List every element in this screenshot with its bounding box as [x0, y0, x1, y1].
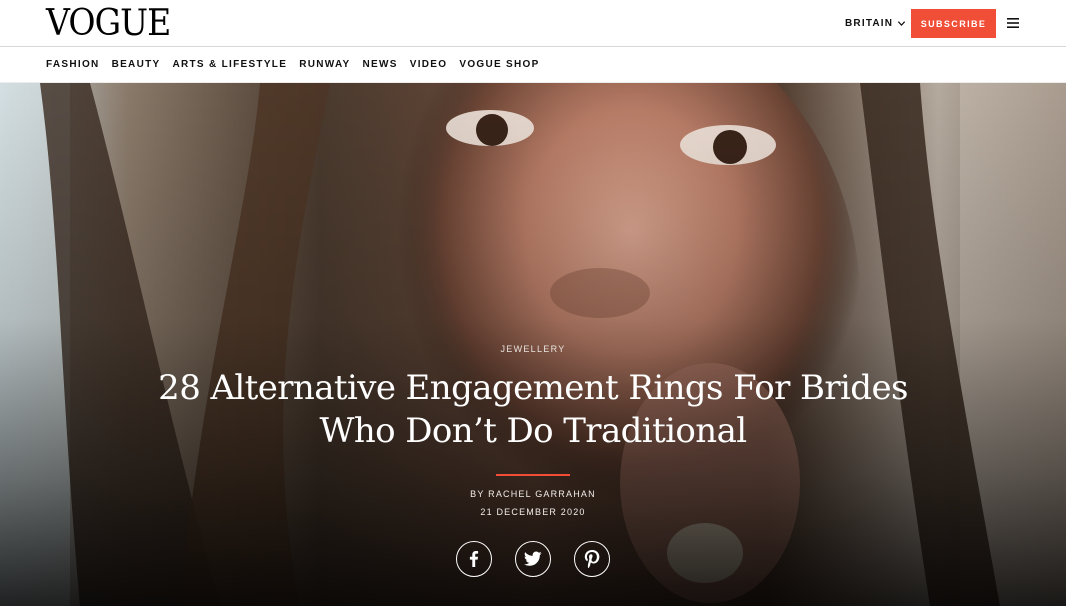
nav-item-arts-lifestyle[interactable]: ARTS & LIFESTYLE: [172, 59, 287, 71]
headline-divider: [496, 474, 570, 476]
menu-button[interactable]: [1005, 16, 1021, 30]
nav-item-beauty[interactable]: BEAUTY: [112, 59, 161, 71]
subscribe-button[interactable]: SUBSCRIBE: [911, 9, 996, 38]
share-facebook-button[interactable]: [456, 541, 492, 577]
author-link[interactable]: RACHEL GARRAHAN: [488, 489, 596, 499]
article-date: 21 DECEMBER 2020: [480, 507, 586, 517]
region-label: BRITAIN: [845, 17, 894, 29]
nav-item-fashion[interactable]: FASHION: [46, 59, 100, 71]
share-twitter-button[interactable]: [515, 541, 551, 577]
byline-prefix: BY: [470, 489, 485, 499]
top-header: VOGUE BRITAIN SUBSCRIBE: [0, 0, 1066, 47]
article-byline: BY RACHEL GARRAHAN: [0, 489, 1066, 499]
nav-item-video[interactable]: VIDEO: [410, 59, 448, 71]
nav-item-vogue-shop[interactable]: VOGUE SHOP: [459, 59, 539, 71]
nav-item-news[interactable]: NEWS: [363, 59, 398, 71]
nav-item-runway[interactable]: RUNWAY: [299, 59, 350, 71]
vogue-logo[interactable]: VOGUE: [46, 4, 171, 44]
share-pinterest-button[interactable]: [574, 541, 610, 577]
pinterest-icon: [584, 550, 600, 568]
region-selector[interactable]: BRITAIN: [845, 16, 906, 30]
article-rubric[interactable]: JEWELLERY: [0, 344, 1066, 354]
nav-list: FASHION BEAUTY ARTS & LIFESTYLE RUNWAY N…: [46, 59, 552, 71]
main-nav: FASHION BEAUTY ARTS & LIFESTYLE RUNWAY N…: [0, 48, 1066, 83]
facebook-icon: [469, 551, 479, 567]
chevron-down-icon: [898, 20, 906, 26]
article-headline: 28 Alternative Engagement Rings For Brid…: [158, 368, 908, 451]
article-header: JEWELLERY 28 Alternative Engagement Ring…: [0, 83, 1066, 606]
hero-section: JEWELLERY 28 Alternative Engagement Ring…: [0, 83, 1066, 606]
hamburger-menu-icon: [1007, 18, 1019, 28]
twitter-icon: [524, 551, 542, 566]
